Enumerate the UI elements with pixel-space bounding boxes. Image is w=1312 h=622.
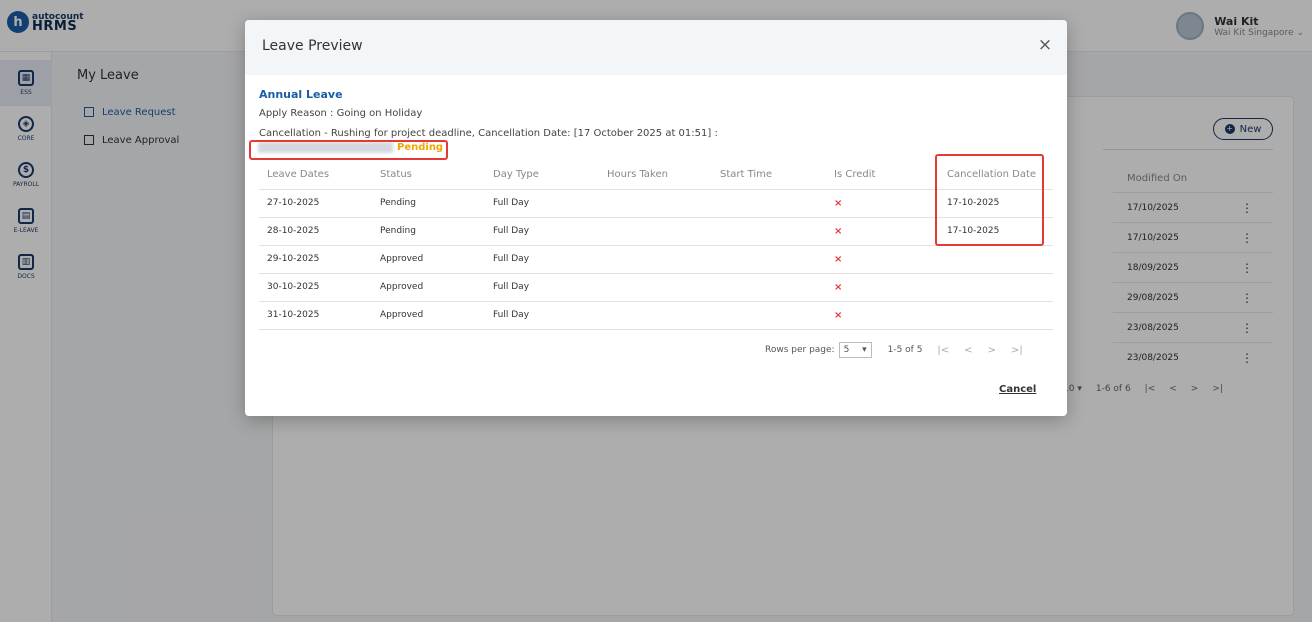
- close-icon[interactable]: ×: [1037, 37, 1053, 54]
- cell-hours-taken: [599, 301, 712, 330]
- cross-icon: ×: [834, 309, 843, 321]
- cell-leave-date: 31-10-2025: [259, 301, 372, 330]
- cell-status: Approved: [372, 245, 485, 274]
- apply-reason: Apply Reason : Going on Holiday: [259, 108, 423, 119]
- col-day-type[interactable]: Day Type: [485, 161, 599, 190]
- table-row: 29-10-2025 Approved Full Day ×: [259, 245, 1053, 274]
- cross-icon: ×: [834, 281, 843, 293]
- cell-cancellation-date: [939, 245, 1053, 274]
- cell-is-credit: ×: [826, 273, 939, 302]
- cell-status: Pending: [372, 217, 485, 246]
- chevron-down-icon: ▾: [862, 345, 867, 355]
- cell-day-type: Full Day: [485, 189, 599, 218]
- cell-day-type: Full Day: [485, 245, 599, 274]
- cross-icon: ×: [834, 225, 843, 237]
- cell-start-time: [712, 273, 826, 302]
- next-page-icon[interactable]: >: [988, 345, 996, 356]
- cell-start-time: [712, 217, 826, 246]
- cell-hours-taken: [599, 217, 712, 246]
- cell-leave-date: 30-10-2025: [259, 273, 372, 302]
- cell-is-credit: ×: [826, 217, 939, 246]
- leave-preview-dialog: Leave Preview × Annual Leave Apply Reaso…: [245, 20, 1067, 416]
- leave-type-title: Annual Leave: [259, 88, 343, 101]
- table-row: 31-10-2025 Approved Full Day ×: [259, 301, 1053, 330]
- cell-start-time: [712, 301, 826, 330]
- cell-cancellation-date: [939, 301, 1053, 330]
- cell-day-type: Full Day: [485, 301, 599, 330]
- col-hours-taken[interactable]: Hours Taken: [599, 161, 712, 190]
- highlight-box: [249, 140, 448, 160]
- cell-status: Approved: [372, 273, 485, 302]
- cross-icon: ×: [834, 253, 843, 265]
- leave-dates-table: Leave Dates Status Day Type Hours Taken …: [259, 161, 1053, 330]
- table-row: 30-10-2025 Approved Full Day ×: [259, 273, 1053, 302]
- cell-leave-date: 27-10-2025: [259, 189, 372, 218]
- page-range: 1-5 of 5: [887, 345, 923, 355]
- cancel-button[interactable]: Cancel: [999, 384, 1036, 395]
- cell-start-time: [712, 245, 826, 274]
- cell-is-credit: ×: [826, 301, 939, 330]
- table-row: 28-10-2025 Pending Full Day × 17-10-2025: [259, 217, 1053, 246]
- cancellation-info: Cancellation - Rushing for project deadl…: [259, 128, 718, 139]
- cross-icon: ×: [834, 197, 843, 209]
- cell-day-type: Full Day: [485, 217, 599, 246]
- cell-start-time: [712, 189, 826, 218]
- first-page-icon[interactable]: |<: [937, 345, 949, 356]
- cell-leave-date: 29-10-2025: [259, 245, 372, 274]
- last-page-icon[interactable]: >|: [1011, 345, 1023, 356]
- col-is-credit[interactable]: Is Credit: [826, 161, 939, 190]
- col-start-time[interactable]: Start Time: [712, 161, 826, 190]
- dialog-header: Leave Preview ×: [245, 20, 1067, 75]
- col-leave-dates[interactable]: Leave Dates: [259, 161, 372, 190]
- cell-is-credit: ×: [826, 189, 939, 218]
- dialog-title: Leave Preview: [262, 38, 363, 54]
- cell-status: Pending: [372, 189, 485, 218]
- rows-per-page-select[interactable]: 5 ▾: [838, 342, 872, 358]
- cell-leave-date: 28-10-2025: [259, 217, 372, 246]
- table-row: 27-10-2025 Pending Full Day × 17-10-2025: [259, 189, 1053, 218]
- table-header-row: Leave Dates Status Day Type Hours Taken …: [259, 161, 1053, 190]
- col-status[interactable]: Status: [372, 161, 485, 190]
- rows-per-page-value: 5: [843, 345, 850, 355]
- cell-cancellation-date: [939, 273, 1053, 302]
- cell-day-type: Full Day: [485, 273, 599, 302]
- cell-is-credit: ×: [826, 245, 939, 274]
- cell-hours-taken: [599, 189, 712, 218]
- cell-hours-taken: [599, 245, 712, 274]
- highlight-box: [935, 154, 1044, 246]
- cell-status: Approved: [372, 301, 485, 330]
- prev-page-icon[interactable]: <: [964, 345, 972, 356]
- rows-per-page-label: Rows per page:: [765, 345, 835, 355]
- cell-hours-taken: [599, 273, 712, 302]
- pagination: Rows per page: 5 ▾ 1-5 of 5 |< < > >|: [765, 342, 1023, 358]
